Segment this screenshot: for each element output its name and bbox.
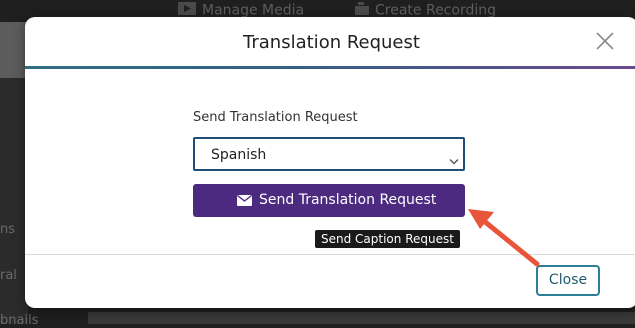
language-select[interactable]: Spanish [193,137,465,171]
field-label: Send Translation Request [193,110,358,125]
translation-request-modal: Translation Request Send Translation Req… [25,17,635,308]
envelope-icon [237,194,252,210]
header-accent-line [25,66,635,69]
tooltip: Send Caption Request [315,230,460,248]
background-tile [0,22,28,78]
modal-header: Translation Request [25,17,635,67]
bg-sidebar-label: ns [0,222,16,237]
background-sidebar: ns ral bnails [0,78,38,328]
modal-title: Translation Request [243,32,420,53]
close-x-icon[interactable] [595,31,615,51]
chevron-down-icon [449,151,459,165]
language-select-value: Spanish [211,147,267,163]
bg-sidebar-label: ral [0,268,17,283]
send-translation-request-button[interactable]: Send Translation Request [193,184,465,217]
send-button-label: Send Translation Request [259,192,437,208]
bg-sidebar-label: bnails [0,313,39,328]
close-button[interactable]: Close [536,265,600,296]
footer-divider [25,254,635,255]
background-content [88,312,635,324]
